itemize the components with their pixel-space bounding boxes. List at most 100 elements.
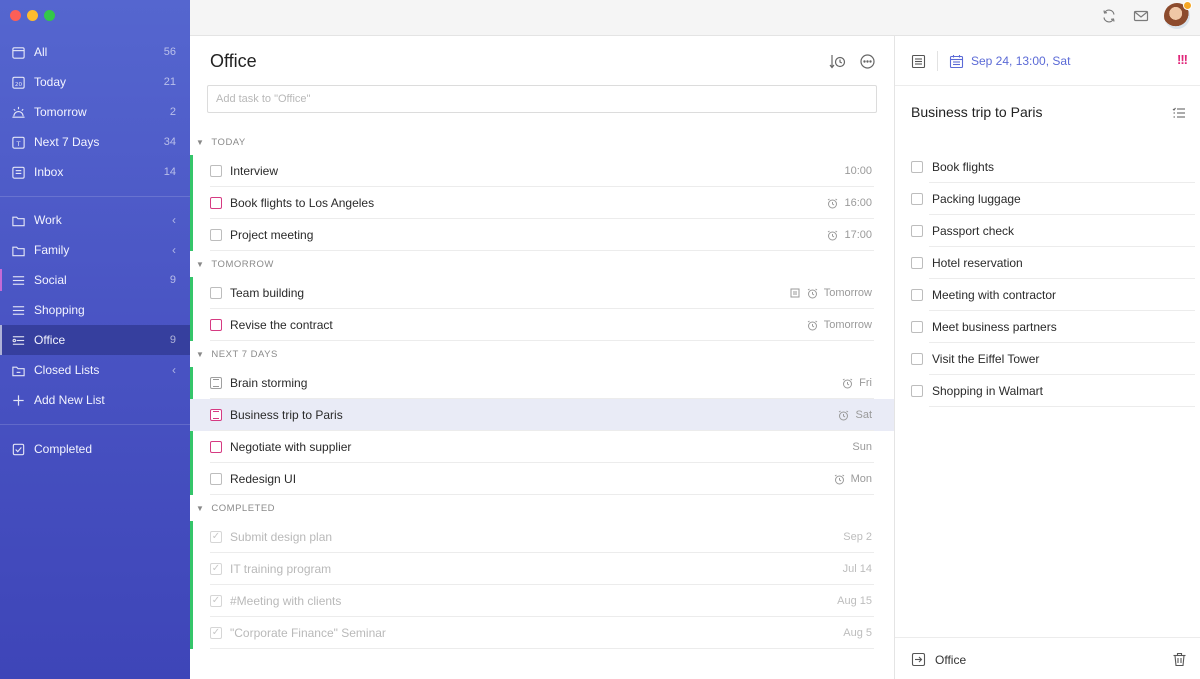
more-options-icon[interactable]: [858, 52, 876, 70]
section-header-today[interactable]: ▼ TODAY: [190, 129, 894, 155]
checklist-item[interactable]: Passport check: [911, 215, 1195, 247]
checklist: Book flights Packing luggage Passport ch…: [911, 151, 1195, 407]
task-row[interactable]: Redesign UI Mon: [190, 463, 894, 495]
window-controls: [10, 10, 55, 21]
checklist-item[interactable]: Book flights: [911, 151, 1195, 183]
collapse-triangle-icon[interactable]: ▼: [196, 350, 204, 359]
chevron-left-icon[interactable]: ‹: [172, 243, 176, 257]
add-task-input[interactable]: [207, 85, 877, 113]
task-checkbox-checked[interactable]: ✓: [210, 595, 222, 607]
sort-icon[interactable]: [828, 52, 846, 70]
checklist-item[interactable]: Hotel reservation: [911, 247, 1195, 279]
section-header-tomorrow[interactable]: ▼ TOMORROW: [190, 251, 894, 277]
sidebar-item-completed[interactable]: Completed: [0, 434, 190, 464]
task-row-completed[interactable]: ✓ #Meeting with clients Aug 15: [190, 585, 894, 617]
checklist-toggle-icon[interactable]: [1172, 106, 1186, 120]
task-row[interactable]: Negotiate with supplier Sun: [190, 431, 894, 463]
sidebar-item-social[interactable]: Social 9: [0, 265, 190, 295]
close-window-button[interactable]: [10, 10, 21, 21]
collapse-triangle-icon[interactable]: ▼: [196, 260, 204, 269]
sidebar-item-work[interactable]: Work ‹: [0, 205, 190, 235]
checklist-item[interactable]: Meeting with contractor: [911, 279, 1195, 311]
task-checkbox[interactable]: [210, 165, 222, 177]
checklist-checkbox[interactable]: [911, 289, 923, 301]
checklist-checkbox[interactable]: [911, 385, 923, 397]
checklist-item[interactable]: Meet business partners: [911, 311, 1195, 343]
minimize-window-button[interactable]: [27, 10, 38, 21]
task-row[interactable]: Team building Tomorrow: [190, 277, 894, 309]
detail-footer: Office: [895, 637, 1200, 679]
task-row[interactable]: Interview 10:00: [190, 155, 894, 187]
sidebar-item-tomorrow[interactable]: Tomorrow 2: [0, 97, 190, 127]
task-checkbox-checked[interactable]: ✓: [210, 627, 222, 639]
sidebar-item-label: Add New List: [34, 393, 105, 407]
checklist-checkbox[interactable]: [911, 161, 923, 173]
alarm-clock-icon: [834, 474, 845, 485]
folder-icon: [10, 212, 26, 228]
sidebar-item-inbox[interactable]: Inbox 14: [0, 157, 190, 187]
task-row[interactable]: Brain storming Fri: [190, 367, 894, 399]
task-checkbox[interactable]: [210, 377, 222, 389]
task-checkbox[interactable]: [210, 473, 222, 485]
checklist-checkbox[interactable]: [911, 225, 923, 237]
task-checkbox-checked[interactable]: ✓: [210, 531, 222, 543]
task-checkbox[interactable]: [210, 441, 222, 453]
avatar[interactable]: [1164, 1, 1192, 29]
sidebar-item-office[interactable]: Office 9: [0, 325, 190, 355]
trash-icon[interactable]: [1171, 651, 1187, 667]
sidebar-item-all[interactable]: All 56: [0, 37, 190, 67]
priority-flag[interactable]: !!!: [1177, 52, 1188, 67]
due-date-button[interactable]: Sep 24, 13:00, Sat: [971, 54, 1070, 68]
sidebar-item-family[interactable]: Family ‹: [0, 235, 190, 265]
task-title: IT training program: [230, 562, 332, 576]
collapse-triangle-icon[interactable]: ▼: [196, 138, 204, 147]
section-header-next-7-days[interactable]: ▼ NEXT 7 DAYS: [190, 341, 894, 367]
task-group-next-7-days: Brain storming Fri Business trip to Pari…: [190, 367, 894, 495]
section-header-completed[interactable]: ▼ COMPLETED: [190, 495, 894, 521]
add-new-list-button[interactable]: Add New List: [0, 385, 190, 415]
chevron-left-icon[interactable]: ‹: [172, 213, 176, 227]
checklist-checkbox[interactable]: [911, 257, 923, 269]
task-checkbox[interactable]: [210, 229, 222, 241]
task-checkbox[interactable]: [210, 197, 222, 209]
task-checkbox[interactable]: [210, 319, 222, 331]
checklist-item[interactable]: Shopping in Walmart: [911, 375, 1195, 407]
sidebar-item-today[interactable]: 20 Today 21: [0, 67, 190, 97]
task-group-completed: ✓ Submit design plan Sep 2 ✓ IT training…: [190, 521, 894, 649]
sunrise-icon: [10, 104, 26, 120]
checklist-checkbox[interactable]: [911, 353, 923, 365]
checklist-item[interactable]: Visit the Eiffel Tower: [911, 343, 1195, 375]
sidebar-item-shopping[interactable]: Shopping: [0, 295, 190, 325]
task-row-completed[interactable]: ✓ IT training program Jul 14: [190, 553, 894, 585]
collapse-triangle-icon[interactable]: ▼: [196, 504, 204, 513]
sidebar-item-closed-lists[interactable]: Closed Lists ‹: [0, 355, 190, 385]
maximize-window-button[interactable]: [44, 10, 55, 21]
task-row-selected[interactable]: Business trip to Paris Sat: [190, 399, 894, 431]
page-title: Office: [210, 51, 257, 71]
chevron-left-icon[interactable]: ‹: [172, 363, 176, 377]
description-icon[interactable]: [910, 53, 926, 69]
checklist-checkbox[interactable]: [911, 321, 923, 333]
sidebar-item-next-7-days[interactable]: T Next 7 Days 34: [0, 127, 190, 157]
move-to-list-icon[interactable]: [910, 651, 926, 667]
task-list-selector[interactable]: Office: [935, 653, 966, 667]
task-detail-title[interactable]: Business trip to Paris: [911, 104, 1043, 120]
checklist-item[interactable]: Packing luggage: [911, 183, 1195, 215]
task-row-completed[interactable]: ✓ "Corporate Finance" Seminar Aug 5: [190, 617, 894, 649]
task-row-completed[interactable]: ✓ Submit design plan Sep 2: [190, 521, 894, 553]
checklist-checkbox[interactable]: [911, 193, 923, 205]
task-row[interactable]: Book flights to Los Angeles 16:00: [190, 187, 894, 219]
mail-icon[interactable]: [1132, 7, 1150, 25]
task-row[interactable]: Project meeting 17:00: [190, 219, 894, 251]
note-icon: [790, 288, 801, 299]
calendar-icon[interactable]: [948, 53, 964, 69]
sync-icon[interactable]: [1100, 7, 1118, 25]
task-row[interactable]: Revise the contract Tomorrow: [190, 309, 894, 341]
task-checkbox-checked[interactable]: ✓: [210, 563, 222, 575]
task-checkbox[interactable]: [210, 409, 222, 421]
task-checkbox[interactable]: [210, 287, 222, 299]
task-due: 10:00: [844, 165, 872, 177]
task-title: Redesign UI: [230, 472, 297, 486]
sidebar-item-label: All: [34, 45, 48, 59]
sidebar-item-count: 9: [169, 274, 176, 286]
